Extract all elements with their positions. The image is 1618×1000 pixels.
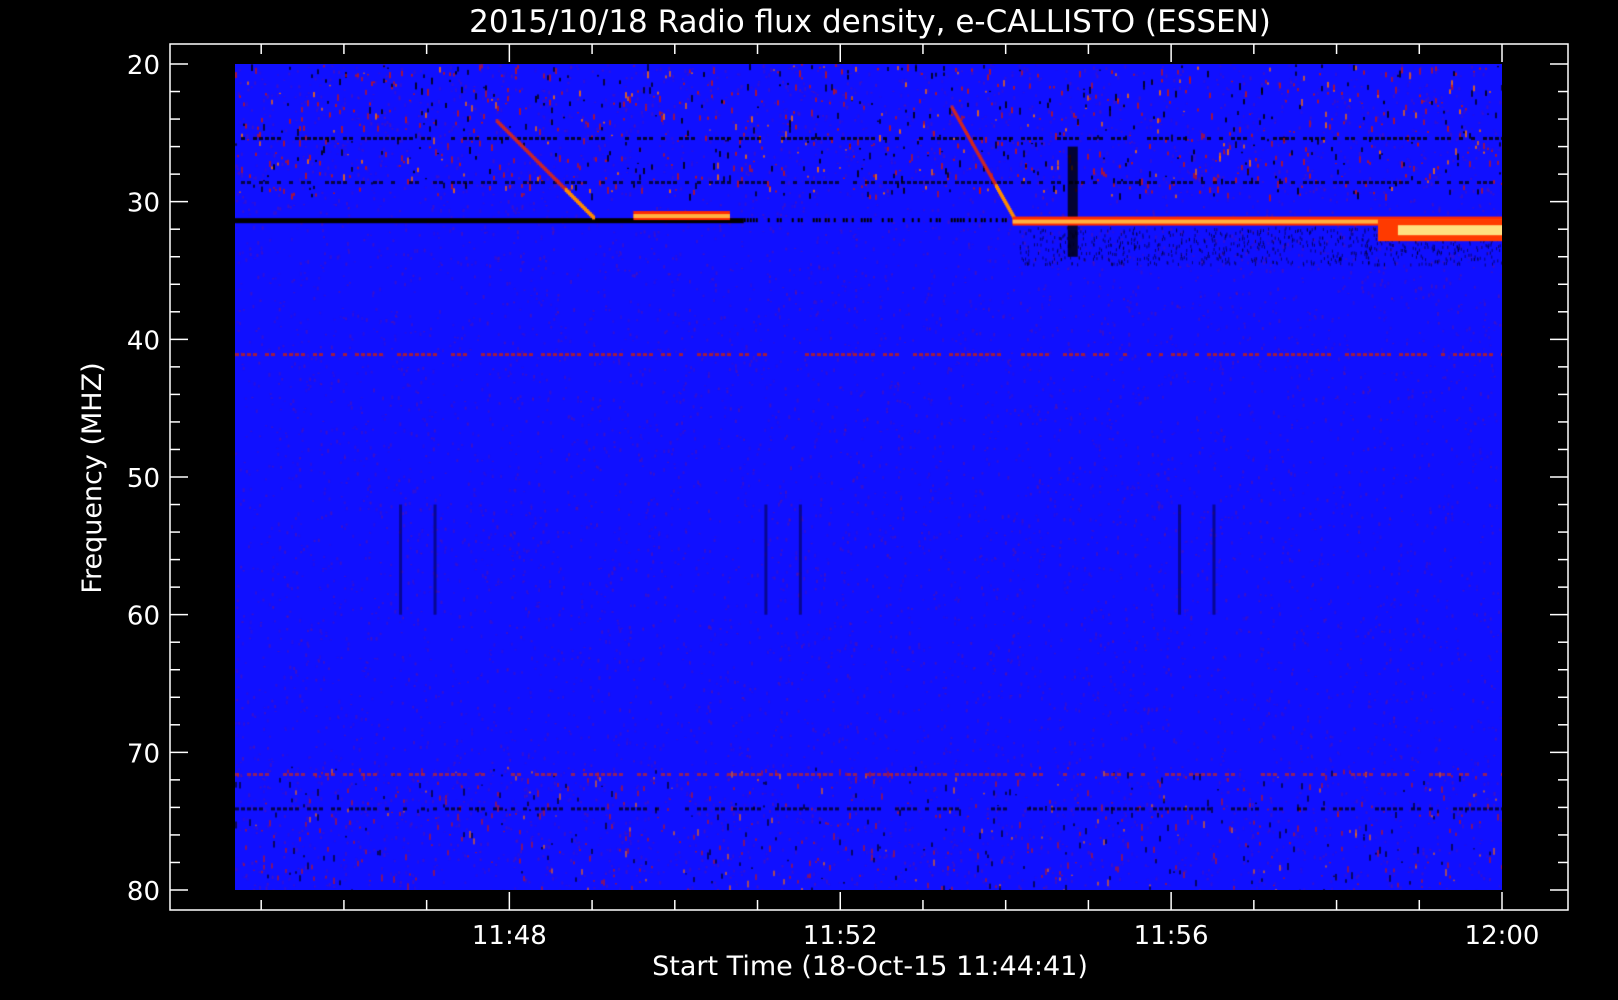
chart-title: 2015/10/18 Radio flux density, e-CALLIST… (469, 4, 1271, 40)
y-tick-label: 20 (127, 51, 160, 81)
y-tick-label: 60 (127, 602, 160, 632)
y-tick-label: 40 (127, 326, 160, 356)
x-tick-label: 11:48 (472, 921, 547, 951)
spectrogram-chart: 2015/10/18 Radio flux density, e-CALLIST… (77, 4, 1569, 982)
spectrogram-raster (235, 64, 1502, 890)
spectrogram-image (235, 64, 1502, 890)
y-tick-label: 70 (127, 739, 160, 769)
x-tick-label: 12:00 (1465, 921, 1540, 951)
x-tick-label: 11:56 (1134, 921, 1209, 951)
y-tick-label: 50 (127, 464, 160, 494)
y-tick-label: 80 (127, 877, 160, 907)
x-axis-label: Start Time (18-Oct-15 11:44:41) (652, 951, 1088, 982)
y-axis-label: Frequency (MHZ) (77, 362, 108, 593)
y-tick-label: 30 (127, 189, 160, 219)
x-tick-label: 11:52 (803, 921, 878, 951)
